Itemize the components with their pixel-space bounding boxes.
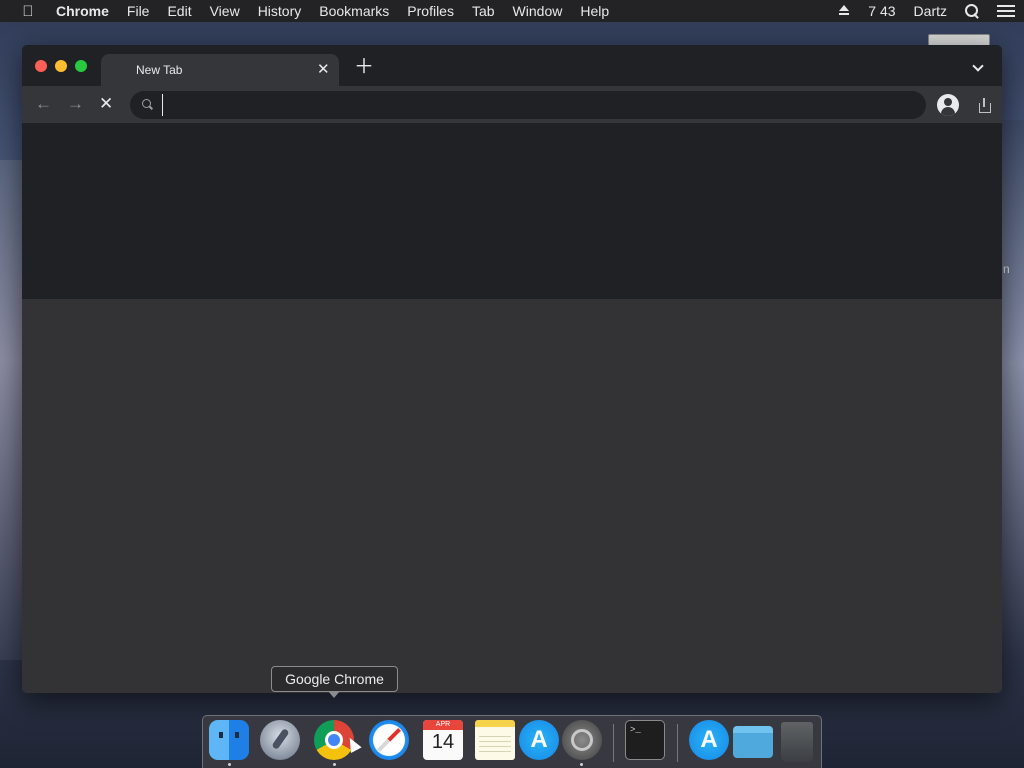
browser-toolbar: ← → ✕: [22, 86, 1002, 123]
menu-profiles[interactable]: Profiles: [398, 3, 463, 19]
menu-bookmarks[interactable]: Bookmarks: [310, 3, 398, 19]
dock-separator: [613, 724, 614, 762]
page-content-bottom: [22, 299, 1002, 693]
forward-button[interactable]: →: [67, 95, 84, 112]
tab-title: New Tab: [136, 63, 183, 77]
menu-bar:  Chrome File Edit View History Bookmark…: [0, 0, 1024, 22]
finder-icon[interactable]: [209, 720, 249, 760]
close-window-button[interactable]: [35, 60, 47, 72]
share-icon[interactable]: [978, 98, 991, 113]
running-indicator: [333, 763, 336, 766]
chrome-window: New Tab ✕ ＋ ← → ✕: [22, 45, 1002, 693]
notes-icon[interactable]: [475, 720, 515, 760]
menu-history[interactable]: History: [249, 3, 311, 19]
tab-strip: New Tab ✕ ＋: [22, 45, 1002, 86]
safari-icon[interactable]: [369, 720, 409, 760]
tab-close-icon[interactable]: ✕: [317, 60, 330, 78]
stop-loading-button[interactable]: ✕: [99, 95, 113, 112]
menu-file[interactable]: File: [118, 3, 159, 19]
calendar-day: 14: [431, 731, 455, 753]
dock: APR 14 A >_ A: [202, 715, 822, 768]
menu-user[interactable]: Dartz: [914, 3, 947, 19]
menu-window[interactable]: Window: [504, 3, 572, 19]
launchpad-icon[interactable]: [260, 720, 300, 760]
terminal-icon[interactable]: >_: [625, 720, 665, 760]
minimize-window-button[interactable]: [55, 60, 67, 72]
running-indicator: [228, 763, 231, 766]
menu-tab[interactable]: Tab: [463, 3, 504, 19]
menu-app-chrome[interactable]: Chrome: [56, 3, 118, 19]
desktop-item-label[interactable]: n: [1003, 262, 1010, 276]
tab-search-chevron-icon[interactable]: [972, 60, 984, 72]
calendar-icon[interactable]: APR 14: [423, 720, 463, 760]
back-button[interactable]: ←: [35, 95, 52, 112]
page-content-top: [22, 123, 1002, 299]
tab-new-tab[interactable]: New Tab ✕: [101, 54, 339, 86]
downloads-folder-icon[interactable]: [733, 726, 773, 758]
eject-icon[interactable]: [838, 5, 850, 17]
calendar-month: APR: [423, 720, 463, 730]
menu-view[interactable]: View: [201, 3, 249, 19]
system-preferences-icon[interactable]: [562, 720, 602, 760]
address-input[interactable]: [162, 94, 842, 116]
zoom-window-button[interactable]: [75, 60, 87, 72]
address-bar[interactable]: [130, 91, 991, 119]
trash-icon[interactable]: [781, 722, 813, 762]
menu-help[interactable]: Help: [571, 3, 618, 19]
notification-center-icon[interactable]: [997, 5, 1015, 17]
menu-extras: 7 43 Dartz: [829, 0, 1024, 22]
running-indicator: [580, 763, 583, 766]
page-content[interactable]: [22, 123, 1002, 693]
search-icon: [142, 99, 152, 109]
apple-menu-icon[interactable]: : [0, 3, 56, 20]
profile-avatar-button[interactable]: [937, 94, 959, 116]
new-tab-button[interactable]: ＋: [354, 57, 374, 77]
app-store-icon[interactable]: A: [519, 720, 559, 760]
dock-separator: [677, 724, 678, 762]
spotlight-search-icon[interactable]: [965, 4, 979, 18]
menu-edit[interactable]: Edit: [158, 3, 200, 19]
app-store-downloads-icon[interactable]: A: [689, 720, 729, 760]
menu-clock[interactable]: 7 43: [868, 3, 895, 19]
dock-tooltip: Google Chrome: [271, 666, 398, 698]
